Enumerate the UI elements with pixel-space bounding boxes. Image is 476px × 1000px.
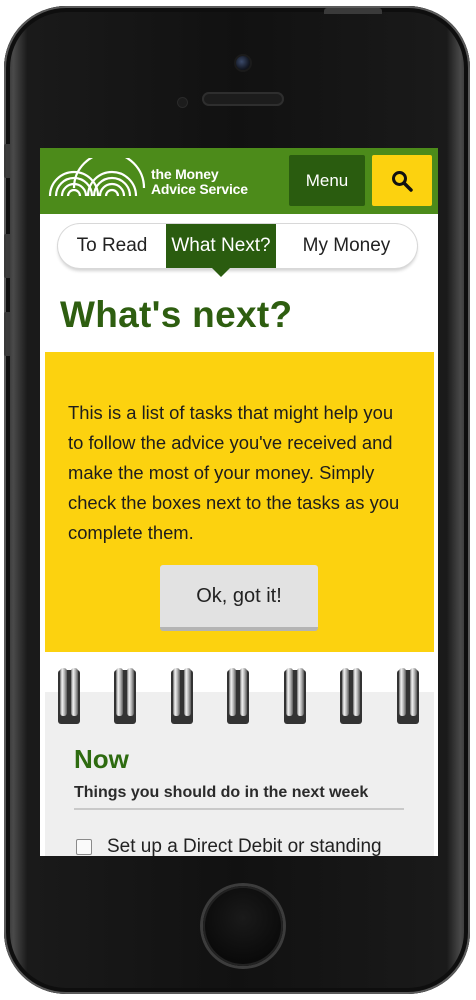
earpiece-speaker (202, 92, 284, 106)
section-heading: Now (74, 744, 129, 774)
ring-icon (397, 668, 419, 724)
search-icon (392, 170, 413, 192)
ring-icon (114, 668, 136, 724)
ok-got-it-button[interactable]: Ok, got it! (160, 565, 318, 631)
device-frame: the Money Advice Service Menu To Read Wh… (0, 0, 476, 1000)
proximity-sensor (178, 98, 187, 107)
site-header: the Money Advice Service Menu (40, 148, 438, 214)
ring-icon (58, 668, 80, 724)
logo-wordmark[interactable]: the Money Advice Service (151, 167, 248, 197)
ring-icon (227, 668, 249, 724)
volume-down-button (4, 312, 10, 356)
notebook-rings (58, 668, 419, 724)
screen: the Money Advice Service Menu To Read Wh… (40, 148, 438, 856)
menu-button[interactable]: Menu (289, 155, 365, 206)
volume-up-button (4, 234, 10, 278)
power-button (324, 8, 382, 14)
front-camera (236, 56, 250, 70)
intro-notice: This is a list of tasks that might help … (45, 352, 434, 652)
task-checkbox[interactable] (76, 839, 92, 855)
ring-icon (284, 668, 306, 724)
notice-text: This is a list of tasks that might help … (68, 402, 400, 543)
task-item[interactable]: Set up a Direct Debit or standing (76, 836, 416, 856)
tab-what-next[interactable]: What Next? (166, 224, 276, 277)
rainbow-logo-icon[interactable] (48, 158, 148, 198)
ring-icon (171, 668, 193, 724)
section-subheading: Things you should do in the next week (74, 784, 404, 810)
search-button[interactable] (372, 155, 432, 206)
ring-icon (340, 668, 362, 724)
tab-my-money[interactable]: My Money (276, 224, 417, 268)
section-tabs: To Read What Next? My Money (58, 224, 417, 277)
task-label: Set up a Direct Debit or standing (107, 836, 382, 856)
tab-to-read[interactable]: To Read (58, 224, 166, 268)
mute-switch (4, 144, 10, 178)
logo-line-2: Advice Service (151, 181, 248, 197)
page-title: What's next? (60, 294, 293, 335)
logo-line-1: the Money (151, 166, 219, 182)
home-button[interactable] (203, 886, 283, 966)
